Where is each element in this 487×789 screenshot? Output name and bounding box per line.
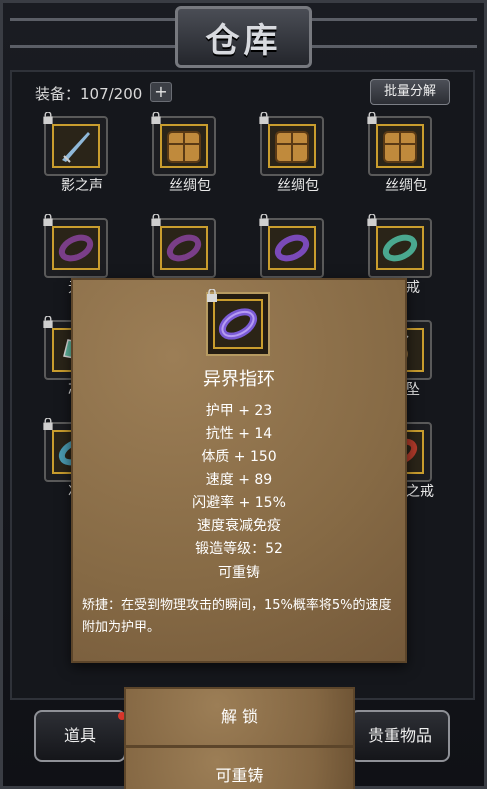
title-plate: 仓库 [175,6,312,68]
slot-frame [160,124,208,168]
lock-icon [367,214,377,226]
slot-frame [376,226,424,270]
slot-frame [268,226,316,270]
ring-icon [162,234,206,272]
slot-item-name: 影之声 [61,178,103,194]
lock-icon [207,289,217,302]
bag-icon [270,131,314,170]
page-title: 仓库 [205,20,282,61]
inventory-slot[interactable] [151,112,216,176]
ornament-right [312,18,477,48]
ring-icon [378,234,422,272]
lock-icon [259,214,269,226]
reforge-button[interactable]: 可重铸 [124,746,355,789]
stat-armor: 护甲 + 23 [205,403,273,419]
lock-icon [151,214,161,226]
lock-icon [43,214,53,226]
bulk-dismantle-button[interactable]: 批量分解 [370,79,450,105]
stat-constitution: 体质 + 150 [201,449,277,465]
stat-dodge: 闪避率 + 15% [192,495,286,511]
unlock-button[interactable]: 解 锁 [124,687,355,747]
items-tab-label: 道具 [63,726,96,745]
lock-icon [367,112,377,124]
inventory-slot[interactable] [259,112,324,176]
valuables-tab-button[interactable]: 贵重物品 [350,710,450,762]
bag-icon [378,131,422,170]
lock-icon [43,112,53,124]
dagger-icon [54,132,98,170]
slot-frame [376,124,424,168]
lock-icon [259,112,269,124]
stat-slow-immune: 速度衰减免疫 [197,518,281,534]
equip-count: 装备：107/200 [35,85,143,103]
slot-frame [52,124,100,168]
tooltip-description: 矫捷：在受到物理攻击的瞬间，15%概率将5%的速度附加为护甲。 [82,598,392,635]
ring-icon [270,234,314,272]
ring-icon [54,234,98,272]
inventory-slot[interactable] [43,112,108,176]
slot-item-name: 丝绸包 [385,178,427,194]
inventory-slot[interactable] [259,214,324,278]
slot-frame [268,124,316,168]
items-tab-button[interactable]: 道具 [34,710,126,762]
expand-capacity-button[interactable]: + [150,82,172,102]
item-tooltip: 异界指环 护甲 + 23 抗性 + 14 体质 + 150 速度 + 89 闪避… [71,278,407,663]
slot-item-name: 丝绸包 [277,178,319,194]
stat-resistance: 抗性 + 14 [205,426,273,442]
tooltip-item-frame [213,299,263,349]
tooltip-item-name: 异界指环 [203,369,275,390]
ornament-left [10,18,175,48]
ring-icon [218,308,258,340]
inventory-slot[interactable] [367,214,432,278]
stat-forge-level: 锻造等级：52 [195,541,283,557]
valuables-tab-label: 贵重物品 [367,726,432,745]
stat-speed: 速度 + 89 [205,472,273,488]
lock-icon [43,418,53,430]
slot-item-name: 丝绸包 [169,178,211,194]
bag-icon [162,131,206,170]
inventory-slot[interactable] [367,112,432,176]
inventory-slot[interactable] [151,214,216,278]
lock-icon [43,316,53,328]
inventory-slot[interactable] [43,214,108,278]
slot-frame [52,226,100,270]
slot-frame [160,226,208,270]
stat-reforgeable: 可重铸 [218,565,260,581]
lock-icon [151,112,161,124]
